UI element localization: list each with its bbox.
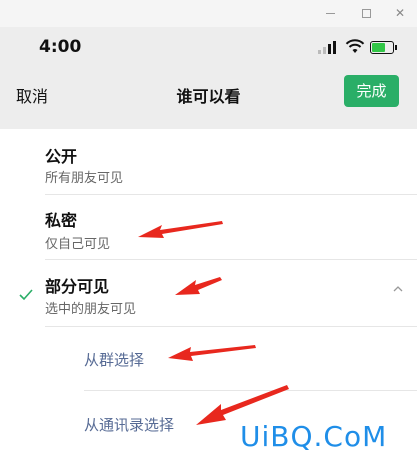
select-from-contacts[interactable]: 从通讯录选择 (84, 414, 174, 435)
signal-bar (333, 41, 336, 54)
done-button[interactable]: 完成 (344, 75, 399, 107)
battery-icon (370, 41, 397, 54)
signal-icon (318, 50, 321, 54)
maximize-icon[interactable] (356, 4, 376, 22)
divider (45, 326, 417, 327)
wifi-icon (345, 39, 365, 53)
option-title: 部分可见 (45, 277, 110, 296)
option-title: 公开 (45, 147, 78, 166)
cancel-button[interactable]: 取消 (16, 83, 48, 107)
status-icons (318, 39, 398, 57)
watermark: UiBQ.CoM (240, 420, 388, 453)
arrow-icon (196, 385, 289, 425)
select-from-groups[interactable]: 从群选择 (84, 349, 144, 370)
signal-bar (323, 47, 326, 54)
option-partial[interactable]: 部分可见 选中的朋友可见 (0, 260, 417, 326)
option-private[interactable]: 私密 仅自己可见 (0, 195, 417, 259)
divider (84, 390, 417, 391)
option-subtitle: 仅自己可见 (45, 237, 111, 252)
status-time: 4:00 (39, 37, 82, 57)
chevron-up-icon[interactable] (392, 283, 404, 295)
option-subtitle: 所有朋友可见 (45, 171, 124, 186)
minimize-icon[interactable] (320, 4, 340, 22)
checkmark-icon (19, 289, 33, 301)
option-title: 私密 (45, 211, 78, 230)
window-titlebar: ✕ (0, 0, 417, 27)
arrow-icon (168, 345, 256, 361)
header: 4:00 取消 谁可以看 完成 (0, 27, 417, 129)
option-public[interactable]: 公开 所有朋友可见 (0, 129, 417, 195)
close-icon[interactable]: ✕ (390, 4, 410, 22)
signal-bar (328, 44, 331, 54)
option-subtitle: 选中的朋友可见 (45, 302, 137, 317)
